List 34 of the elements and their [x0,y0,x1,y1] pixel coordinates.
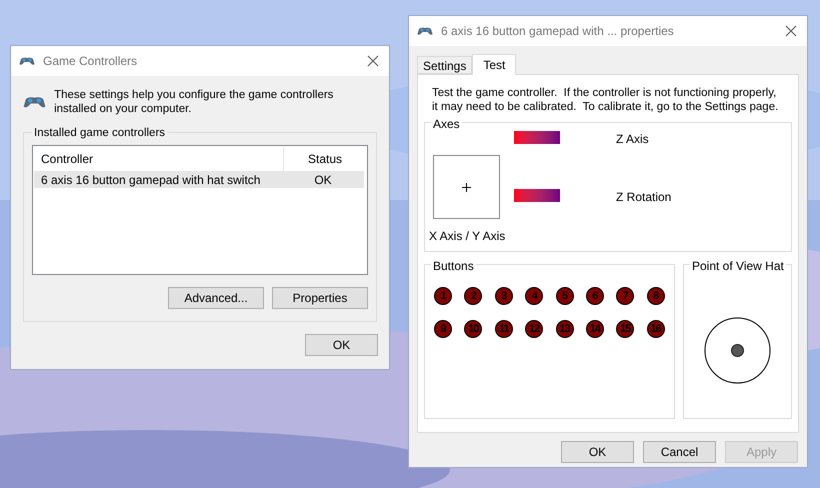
button-indicator: 14 [586,320,604,338]
button-indicator: 9 [434,320,452,338]
button-indicator: 6 [586,287,604,305]
intro-text: These settings help you configure the game controllers installed on your computer. [54,88,334,116]
tab[interactable]: Settings [417,56,472,74]
dialog-button[interactable]: Properties [272,287,368,309]
axis-label: Z Rotation [616,189,672,206]
button-indicator: 2 [464,287,482,305]
button-indicator: 16 [646,320,665,338]
button-indicator: 5 [556,287,574,305]
axis-label: X Axis / Y Axis [429,228,506,245]
window-title: 6 axis 16 button gamepad with ... properties [441,23,675,40]
button-indicator: 10 [464,320,482,338]
button-indicator: 12 [525,320,544,338]
dialog-button[interactable]: OK [561,441,634,463]
ok-button[interactable]: OK [305,334,378,356]
axis-label: Z Axis [616,131,649,148]
dialog-button[interactable]: Cancel [643,441,716,463]
button-indicator: 13 [556,320,574,338]
window-title: Game Controllers [43,53,138,70]
button-indicator: 11 [494,320,513,338]
column-header[interactable]: Status [284,150,366,168]
table-cell-text: OK [313,172,333,188]
button-indicator: 15 [616,320,634,338]
intro-text: Test the game controller. If the controller is not functioning properly, it may need to be calibrated. To calibrate it, go to the Settings page. [432,86,780,114]
controller-row[interactable]: 6 axis 16 button gamepad with hat switch OK [34,171,364,188]
button-indicator: 8 [646,287,665,305]
dialog-button[interactable]: Advanced... [168,287,264,309]
button-indicator: 3 [494,287,513,305]
tab[interactable]: Test [472,54,516,75]
table-cell-text: 6 axis 16 button gamepad with hat switch [40,172,262,188]
button-indicator: 4 [525,287,544,305]
button-indicator: 1 [434,287,452,305]
button-indicator: 7 [616,287,634,305]
